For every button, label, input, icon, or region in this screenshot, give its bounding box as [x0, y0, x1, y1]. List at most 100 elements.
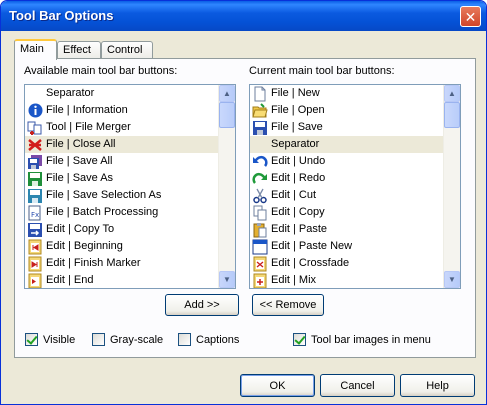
- end-icon: [27, 273, 43, 288]
- captions-option[interactable]: Captions: [178, 333, 239, 346]
- list-item-label: Separator: [271, 138, 320, 150]
- save-as-icon: [27, 171, 43, 187]
- add-button[interactable]: Add >>: [165, 294, 239, 316]
- window-title: Tool Bar Options: [9, 8, 114, 23]
- list-item-label: Separator: [46, 87, 95, 99]
- list-item-label: File | Save All: [46, 155, 113, 167]
- scroll-up-arrow-icon: ▲: [223, 89, 231, 98]
- list-item[interactable]: Edit | End: [25, 272, 218, 288]
- close-all-icon: [27, 137, 43, 153]
- list-item[interactable]: File | Save Selection As: [25, 187, 218, 204]
- grayscale-option[interactable]: Gray-scale: [92, 333, 163, 346]
- beginning-icon: [27, 239, 43, 255]
- scroll-up-arrow-icon: ▲: [448, 89, 456, 98]
- list-item[interactable]: File | Save: [250, 119, 443, 136]
- list-item[interactable]: Edit | Mix: [250, 272, 443, 288]
- list-item[interactable]: Edit | Beginning: [25, 238, 218, 255]
- cancel-button[interactable]: Cancel: [320, 374, 395, 397]
- current-items: File | New File | Open File | Save Separato…: [250, 85, 443, 288]
- scroll-up-button[interactable]: ▲: [219, 85, 235, 102]
- images-in-menu-checkbox[interactable]: [293, 333, 306, 346]
- list-item[interactable]: Separator: [25, 85, 218, 102]
- new-file-icon: [252, 86, 268, 102]
- copy-icon: [252, 205, 268, 221]
- copy-to-icon: [27, 222, 43, 238]
- list-item[interactable]: File | Open: [250, 102, 443, 119]
- scroll-down-button[interactable]: ▼: [444, 271, 460, 288]
- finish-marker-icon: [27, 256, 43, 272]
- scroll-down-button[interactable]: ▼: [219, 271, 235, 288]
- grayscale-label: Gray-scale: [110, 333, 164, 346]
- save-icon: [252, 120, 268, 136]
- crossfade-icon: [252, 256, 268, 272]
- svg-text:Fx: Fx: [31, 211, 39, 219]
- list-item[interactable]: Edit | Crossfade: [250, 255, 443, 272]
- list-item[interactable]: Edit | Redo: [250, 170, 443, 187]
- title-bar[interactable]: Tool Bar Options ✕: [1, 1, 486, 31]
- list-item[interactable]: Edit | Finish Marker: [25, 255, 218, 272]
- grayscale-checkbox[interactable]: [92, 333, 105, 346]
- list-item[interactable]: Edit | Paste New: [250, 238, 443, 255]
- list-item[interactable]: Edit | Paste: [250, 221, 443, 238]
- list-item-label: Edit | Copy: [271, 206, 325, 218]
- info-icon: [27, 103, 43, 119]
- batch-processing-icon: Fx: [27, 205, 43, 221]
- list-item-label: File | Close All: [46, 138, 116, 150]
- list-item-label: Edit | Finish Marker: [46, 257, 141, 269]
- visible-option[interactable]: Visible: [25, 333, 75, 346]
- scroll-thumb[interactable]: [219, 102, 235, 128]
- tab-panel-main: Available main tool bar buttons: Current…: [14, 58, 476, 358]
- list-item-label: File | New: [271, 87, 320, 99]
- list-item[interactable]: Edit | Copy To: [25, 221, 218, 238]
- list-item-label: Tool | File Merger: [46, 121, 131, 133]
- paste-icon: [252, 222, 268, 238]
- tab-control[interactable]: Control: [101, 41, 153, 59]
- list-item-label: File | Save Selection As: [46, 189, 162, 201]
- cut-icon: [252, 188, 268, 204]
- available-buttons-listbox[interactable]: Separator File | Information Tool | File M…: [24, 84, 236, 289]
- list-item[interactable]: Edit | Copy: [250, 204, 443, 221]
- mix-icon: [252, 273, 268, 288]
- list-item-label: File | Save As: [46, 172, 114, 184]
- visible-checkbox[interactable]: [25, 333, 38, 346]
- scroll-thumb[interactable]: [444, 102, 460, 128]
- list-item[interactable]: File | New: [250, 85, 443, 102]
- save-selection-icon: [27, 188, 43, 204]
- list-item-label: Edit | Crossfade: [271, 257, 350, 269]
- list-item[interactable]: Tool | File Merger: [25, 119, 218, 136]
- list-item[interactable]: File | Save All: [25, 153, 218, 170]
- captions-checkbox[interactable]: [178, 333, 191, 346]
- current-buttons-label: Current main tool bar buttons:: [249, 65, 395, 77]
- tab-effect[interactable]: Effect: [57, 41, 101, 59]
- list-item[interactable]: File | Save As: [25, 170, 218, 187]
- help-button[interactable]: Help: [400, 374, 475, 397]
- list-item-label: File | Save: [271, 121, 323, 133]
- list-item[interactable]: Edit | Cut: [250, 187, 443, 204]
- scroll-down-arrow-icon: ▼: [223, 275, 231, 284]
- list-item[interactable]: File | Information: [25, 102, 218, 119]
- tab-main[interactable]: Main: [14, 39, 57, 60]
- list-item[interactable]: Edit | Undo: [250, 153, 443, 170]
- close-button[interactable]: ✕: [460, 6, 481, 27]
- list-item-label: File | Batch Processing: [46, 206, 159, 218]
- available-scrollbar[interactable]: ▲ ▼: [218, 85, 235, 288]
- save-all-icon: [27, 154, 43, 170]
- redo-icon: [252, 171, 268, 187]
- list-item[interactable]: Separator: [250, 136, 443, 153]
- list-item-label: Edit | Paste: [271, 223, 328, 235]
- current-scrollbar[interactable]: ▲ ▼: [443, 85, 460, 288]
- undo-icon: [252, 154, 268, 170]
- list-item-label: Edit | Mix: [271, 274, 317, 286]
- current-buttons-listbox[interactable]: File | New File | Open File | Save Separato…: [249, 84, 461, 289]
- list-item-label: Edit | Copy To: [46, 223, 115, 235]
- file-merger-icon: [27, 120, 43, 136]
- ok-button[interactable]: OK: [240, 374, 315, 397]
- images-in-menu-option[interactable]: Tool bar images in menu: [293, 333, 431, 346]
- paste-new-icon: [252, 239, 268, 255]
- list-item-label: Edit | End: [46, 274, 94, 286]
- remove-button[interactable]: << Remove: [252, 294, 324, 316]
- open-folder-icon: [252, 102, 268, 119]
- list-item[interactable]: Fx File | Batch Processing: [25, 204, 218, 221]
- scroll-up-button[interactable]: ▲: [444, 85, 460, 102]
- list-item[interactable]: File | Close All: [25, 136, 218, 153]
